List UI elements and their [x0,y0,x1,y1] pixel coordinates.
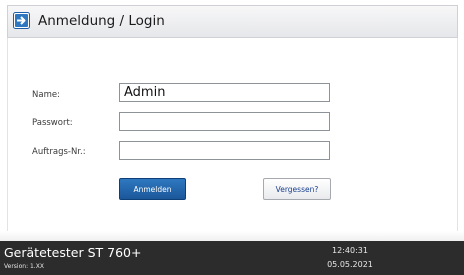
name-label: Name: [32,90,60,100]
forgot-password-button[interactable]: Vergessen? [263,178,331,200]
order-number-label: Auftrags-Nr.: [32,147,86,157]
footer-divider [0,231,464,241]
clock-date: 05.05.2021 [327,260,373,269]
title-bar: Anmeldung / Login [7,5,458,38]
name-input[interactable] [119,83,330,102]
clock-time: 12:40:31 [332,246,368,255]
password-label: Passwort: [32,118,73,128]
login-button[interactable]: Anmelden [119,178,186,200]
login-arrow-icon [13,12,30,29]
status-footer: Gerätetester ST 760+ Version: 1.XX 12:40… [0,241,464,275]
order-number-input[interactable] [119,141,330,160]
device-name: Gerätetester ST 760+ [4,245,142,260]
page-title: Anmeldung / Login [38,13,165,29]
login-screen: Anmeldung / Login Name: Passwort: Auftra… [0,0,464,275]
version-label: Version: 1.XX [4,263,44,270]
password-input[interactable] [119,112,330,131]
login-form-panel [7,38,458,231]
